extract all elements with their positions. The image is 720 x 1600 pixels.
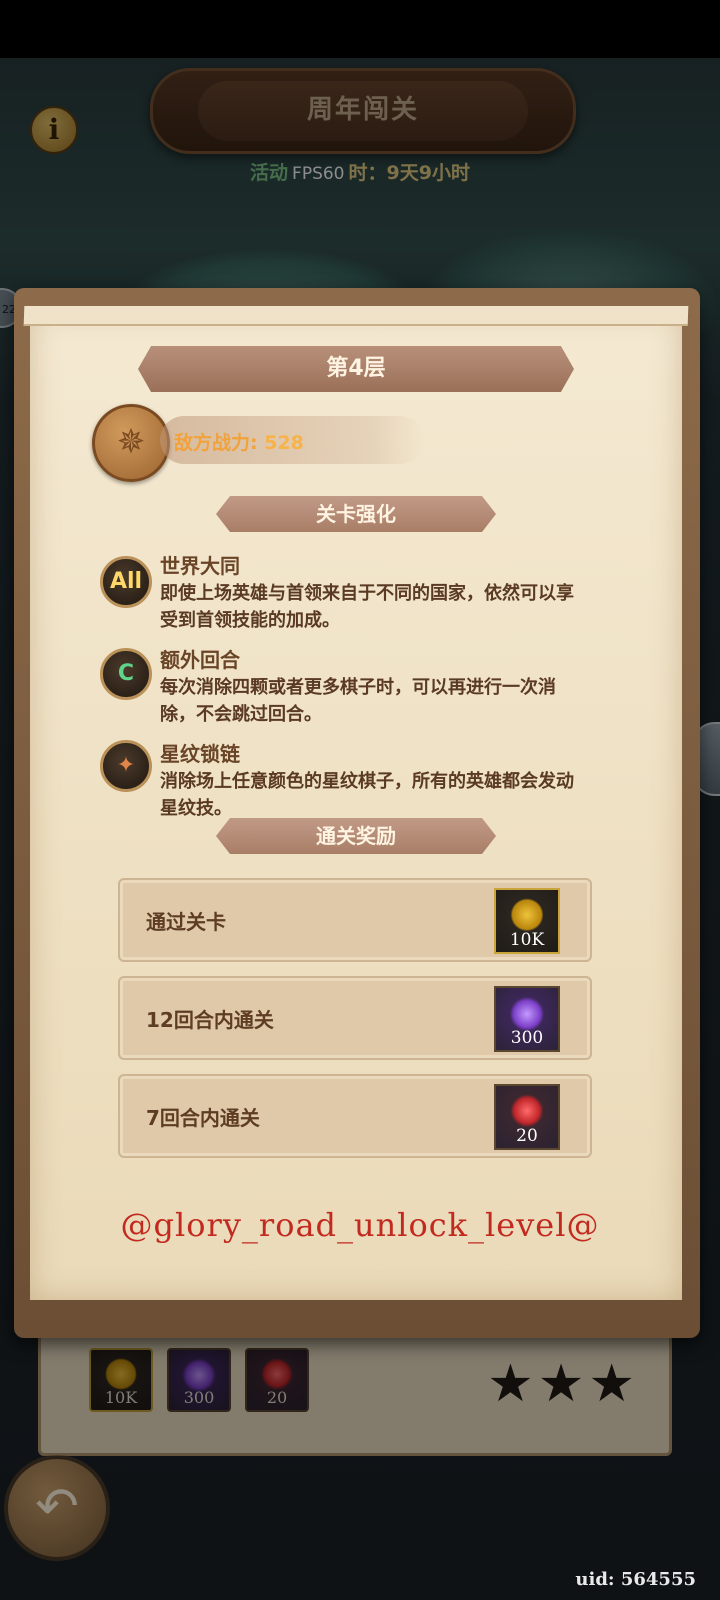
enemy-power: 敌方战力: 528: [174, 428, 304, 455]
buff-description: 每次消除四颗或者更多棋子时，可以再进行一次消除，不会跳过回合。: [160, 677, 556, 725]
reward-amount: 300: [510, 1028, 544, 1048]
buff-description: 即使上场英雄与首领来自于不同的国家，依然可以享受到首领技能的加成。: [160, 583, 574, 631]
info-icon[interactable]: i: [30, 106, 78, 154]
reward-amount: 20: [516, 1126, 538, 1146]
status-bar: [0, 0, 720, 58]
reward-condition: 通过关卡: [146, 910, 226, 934]
crown-all-icon[interactable]: All: [100, 556, 152, 608]
reward-condition: 7回合内通关: [146, 1106, 260, 1130]
level-id-label: @glory_road_unlock_level@: [120, 1206, 600, 1244]
fps-counter: FPS60: [292, 164, 345, 184]
gold-coin-icon: 10K: [89, 1348, 153, 1412]
floor-title: 第4层: [138, 346, 574, 392]
enemy-power-label: 敌方战力:: [174, 432, 265, 454]
gold-coin-icon[interactable]: 10K: [494, 888, 560, 954]
event-label: 活动: [250, 162, 289, 184]
user-id: uid: 564555: [575, 1569, 696, 1590]
star-rating: ★★★: [487, 1354, 639, 1414]
ruby-icon: 20: [245, 1348, 309, 1412]
buff-section-title: 关卡强化: [216, 496, 496, 532]
compass-seal-icon: ✵: [92, 404, 170, 482]
buff-description: 消除场上任意颜色的星纹棋子，所有的英雄都会发动星纹技。: [160, 771, 574, 819]
reward-row: 7回合内通关 20: [118, 1074, 592, 1158]
reward-section-title: 通关奖励: [216, 818, 496, 854]
buff-title: 额外回合: [160, 648, 240, 672]
enemy-power-value: 528: [264, 432, 304, 454]
event-title-banner: 周年闯关: [150, 68, 576, 154]
reward-amount: 10K: [509, 930, 545, 950]
event-countdown: 活动 FPS60 时：9天9小时: [0, 158, 720, 185]
reward-row: 12回合内通关 300: [118, 976, 592, 1060]
reward-row: 通过关卡 10K: [118, 878, 592, 962]
back-arrow-button[interactable]: ↶: [4, 1455, 110, 1561]
ruby-icon[interactable]: 20: [494, 1084, 560, 1150]
buff-title: 星纹锁链: [160, 742, 240, 766]
star-chain-icon[interactable]: ✦: [100, 740, 152, 792]
reward-condition: 12回合内通关: [146, 1008, 274, 1032]
buff-title: 世界大同: [160, 554, 240, 578]
amethyst-icon[interactable]: 300: [494, 986, 560, 1052]
extra-turn-icon[interactable]: C: [100, 648, 152, 700]
background-reward-panel: 10K 300 20 ★★★: [38, 1325, 672, 1456]
countdown-text: 时：9天9小时: [348, 162, 470, 184]
amethyst-icon: 300: [167, 1348, 231, 1412]
page-title: 周年闯关: [306, 95, 419, 125]
